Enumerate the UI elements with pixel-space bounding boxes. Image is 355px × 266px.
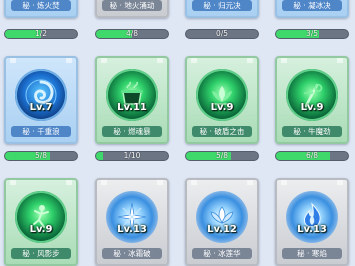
skill-name: 秘 · 寒焰 — [282, 248, 342, 259]
level-label: Lv.13 — [297, 224, 327, 235]
skill-card[interactable]: 秘 · 凝冰决 — [275, 0, 349, 18]
skill-card[interactable]: Lv.13 秘 · 寒焰 — [275, 178, 349, 266]
cauldron-icon — [106, 69, 158, 121]
skill-name: 秘 · 归元决 — [192, 0, 252, 11]
level-label: Lv.9 — [29, 224, 53, 235]
skill-name: 秘 · 千重浪 — [11, 126, 71, 137]
skill-name: 秘 · 冰莲华 — [192, 248, 252, 259]
whirlpool-icon — [15, 69, 67, 121]
staff-icon — [286, 69, 338, 121]
lotus-icon — [196, 69, 248, 121]
progress-text: 1/10 — [123, 151, 141, 160]
dancer-icon — [15, 191, 67, 243]
progress-text: 1/2 — [34, 29, 48, 38]
progress-bar: 4/8 — [95, 29, 169, 39]
level-label: Lv.7 — [29, 102, 53, 113]
skill-card[interactable]: 秘 · 炼火焚 — [4, 0, 78, 18]
skill-card[interactable]: Lv.12 秘 · 冰莲华 — [185, 178, 259, 266]
blue-flame-icon — [286, 191, 338, 243]
skill-card[interactable]: Lv.9 秘 · 牛魔劲 — [275, 56, 349, 144]
progress-text: 4/8 — [125, 29, 139, 38]
skill-card[interactable]: Lv.9 秘 · 风影步 — [4, 178, 78, 266]
level-label: Lv.9 — [210, 102, 234, 113]
skill-card[interactable]: 秘 · 归元决 — [185, 0, 259, 18]
skill-name: 秘 · 冰霜破 — [102, 248, 162, 259]
progress-bar: 5/8 — [185, 151, 259, 161]
progress-bar: 0/5 — [185, 29, 259, 39]
level-label: Lv.11 — [117, 102, 147, 113]
progress-bar: 1/10 — [95, 151, 169, 161]
skill-name: 秘 · 凝冰决 — [282, 0, 342, 11]
level-label: Lv.12 — [207, 224, 237, 235]
skill-name: 秘 · 炼火焚 — [11, 0, 71, 11]
skill-card[interactable]: Lv.11 秘 · 燃魂暴 — [95, 56, 169, 144]
ice-burst-icon — [106, 191, 158, 243]
progress-text: 6/8 — [305, 151, 319, 160]
level-label: Lv.13 — [117, 224, 147, 235]
skill-name: 秘 · 燃魂暴 — [102, 126, 162, 137]
progress-bar: 1/2 — [4, 29, 78, 39]
progress-text: 5/8 — [215, 151, 229, 160]
progress-bar: 6/8 — [275, 151, 349, 161]
progress-text: 3/5 — [305, 29, 319, 38]
level-label: Lv.9 — [300, 102, 324, 113]
skill-card[interactable]: Lv.13 秘 · 冰霜破 — [95, 178, 169, 266]
ice-lotus-icon — [196, 191, 248, 243]
skill-name: 秘 · 地火涌动 — [102, 0, 162, 11]
progress-bar: 3/5 — [275, 29, 349, 39]
skill-name: 秘 · 破盾之击 — [192, 126, 252, 137]
skill-card[interactable]: Lv.7 秘 · 千重浪 — [4, 56, 78, 144]
skill-name: 秘 · 风影步 — [11, 248, 71, 259]
progress-text: 5/8 — [34, 151, 48, 160]
skill-card[interactable]: 秘 · 地火涌动 — [95, 0, 169, 18]
skill-grid: 秘 · 炼火焚 1/2 秘 · 地火涌动 4/8 秘 · 归元决 0/5 秘 ·… — [0, 0, 355, 266]
skill-name: 秘 · 牛魔劲 — [282, 126, 342, 137]
progress-text: 0/5 — [215, 29, 229, 38]
progress-bar: 5/8 — [4, 151, 78, 161]
skill-card[interactable]: Lv.9 秘 · 破盾之击 — [185, 56, 259, 144]
